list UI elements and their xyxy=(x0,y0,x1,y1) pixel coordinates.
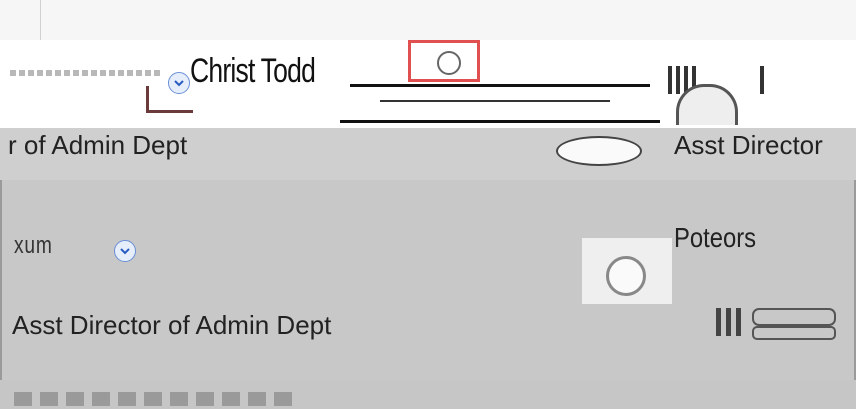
info-icon[interactable] xyxy=(437,51,461,75)
garbled-text xyxy=(10,70,160,76)
person-name: Christ Todd xyxy=(190,52,316,90)
garbled-graphic xyxy=(716,300,836,340)
job-title: r of Admin Dept xyxy=(8,130,188,160)
name-underline-secondary xyxy=(380,100,610,102)
avatar xyxy=(582,238,672,304)
row-divider xyxy=(340,120,660,123)
job-title: Asst Director of Admin Dept xyxy=(12,310,332,340)
person-name: xum xyxy=(14,232,53,259)
person-name: Poteors xyxy=(674,222,757,253)
divider xyxy=(40,0,41,40)
chevron-down-icon[interactable] xyxy=(114,240,136,262)
job-title: Asst Director xyxy=(674,130,823,160)
avatar-icon xyxy=(606,256,646,296)
chevron-down-icon[interactable] xyxy=(168,72,190,94)
highlight-box xyxy=(408,40,480,82)
garbled-text xyxy=(14,392,294,406)
name-underline xyxy=(350,84,650,87)
top-bar xyxy=(0,0,856,41)
ellipse-icon xyxy=(556,136,642,166)
